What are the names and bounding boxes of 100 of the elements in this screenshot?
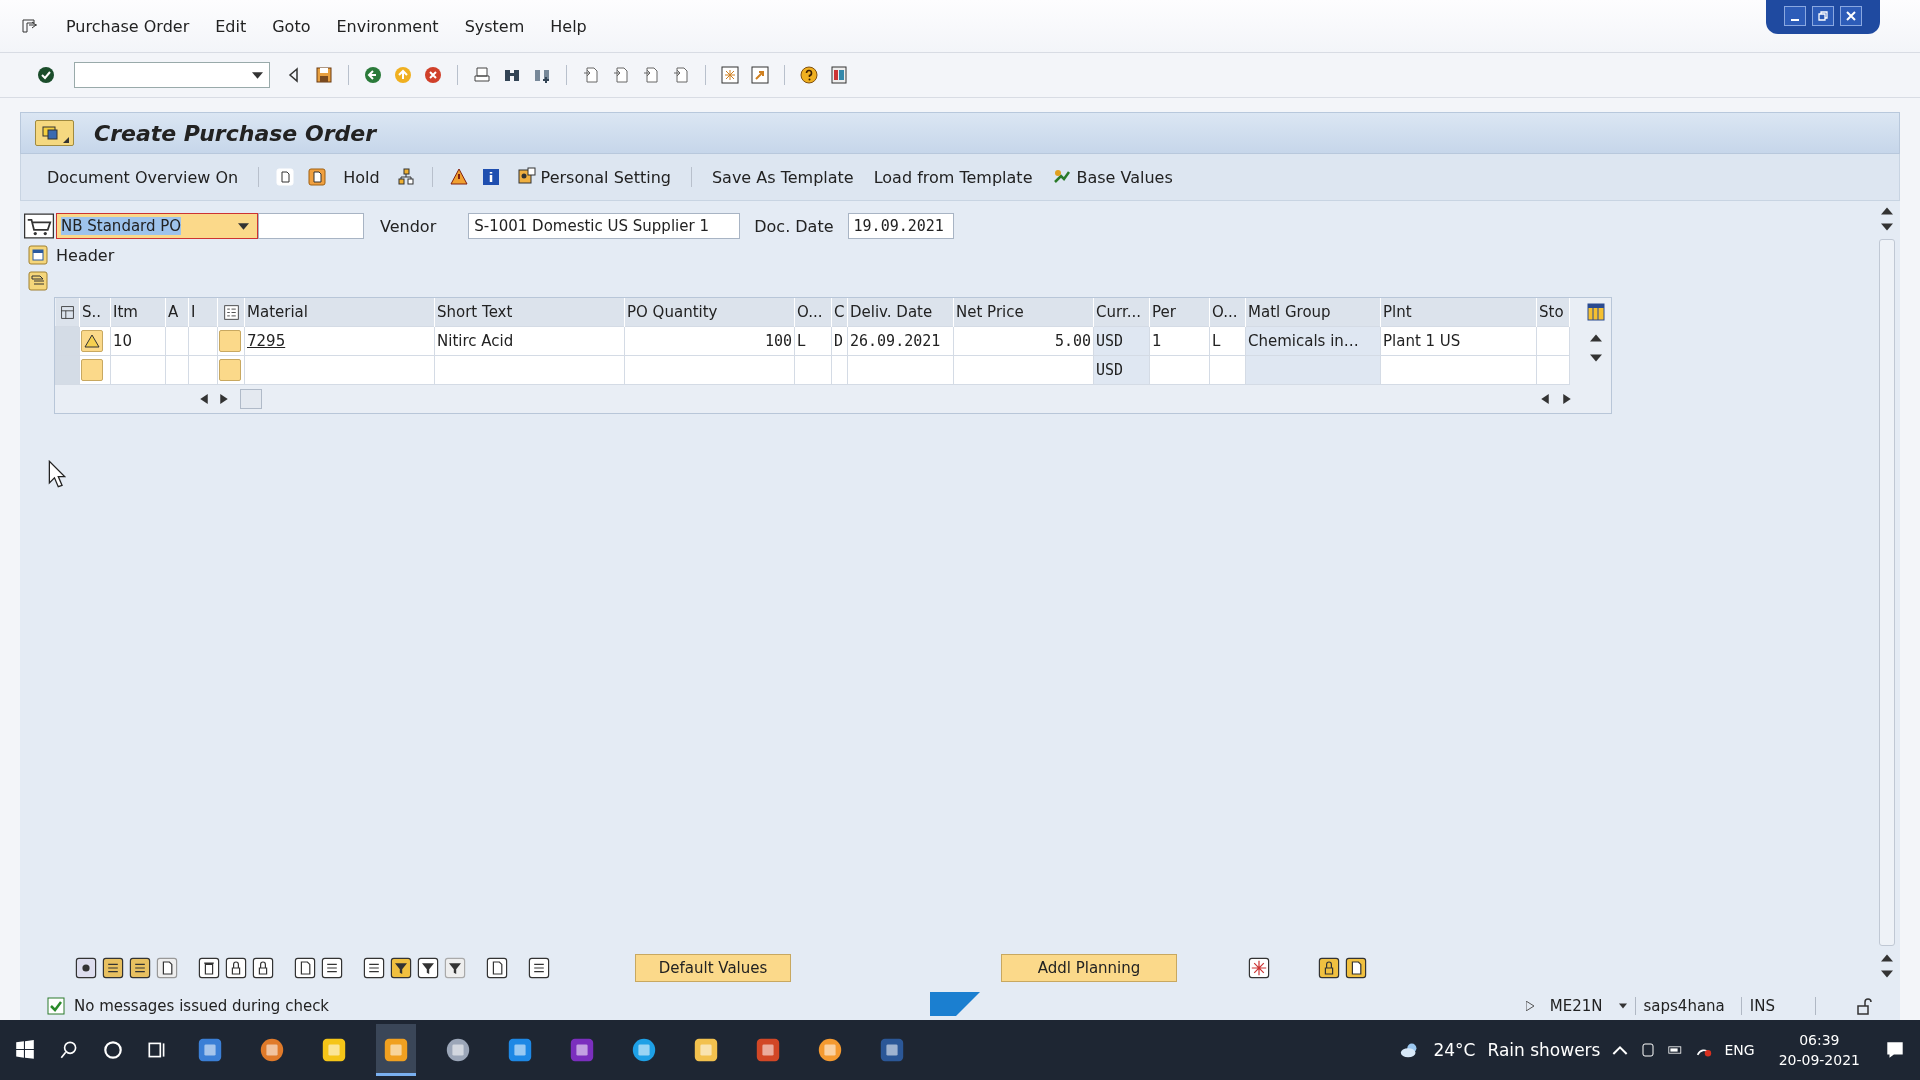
header-toggle-icon[interactable] [28, 245, 48, 265]
filter-icon[interactable] [389, 956, 413, 980]
scroll-thumb[interactable] [240, 389, 262, 409]
column-header[interactable]: S.. [79, 298, 111, 327]
personal-setting-button[interactable]: Personal Setting [512, 165, 675, 189]
toolbar-button[interactable]: Hold [339, 165, 384, 189]
cart-icon[interactable] [24, 213, 54, 239]
list-icon[interactable] [101, 956, 125, 980]
unlock-icon[interactable] [1854, 996, 1874, 1016]
dropdown-icon[interactable] [1618, 1001, 1627, 1011]
column-header[interactable]: Itm [110, 298, 166, 327]
scroll-up-icon[interactable] [1881, 207, 1893, 215]
print-icon[interactable] [472, 65, 492, 85]
filter-icon[interactable] [416, 956, 440, 980]
page-icon[interactable] [581, 65, 601, 85]
document-type-dropdown[interactable]: NB Standard PO [56, 213, 258, 239]
addl-planning-button[interactable]: Addl Planning [1001, 954, 1177, 982]
menu-item[interactable]: Edit [215, 16, 247, 36]
transaction-code[interactable]: ME21N [1541, 997, 1611, 1015]
scroll-right-icon[interactable] [220, 394, 228, 404]
lock-icon[interactable] [224, 956, 248, 980]
menu-item[interactable]: System [464, 16, 525, 36]
menu-item[interactable]: Environment [336, 16, 439, 36]
status-box[interactable] [81, 330, 103, 352]
clock[interactable]: 06:39 20-09-2021 [1778, 1030, 1860, 1070]
column-header[interactable]: I [188, 298, 218, 327]
column-config-icon[interactable] [1586, 302, 1606, 322]
help-icon[interactable] [799, 65, 819, 85]
menu-item[interactable]: Help [550, 16, 587, 36]
language-indicator[interactable]: ENG [1724, 1042, 1755, 1058]
enter-icon[interactable] [36, 65, 56, 85]
column-header[interactable]: Deliv. Date [847, 298, 954, 327]
column-header[interactable]: A [165, 298, 189, 327]
table-settings-icon[interactable] [58, 303, 76, 321]
document-number-field[interactable] [258, 213, 364, 239]
column-header[interactable]: Material [244, 298, 435, 327]
scrollbar[interactable] [1879, 239, 1895, 946]
weather-text[interactable]: Rain showers [1487, 1040, 1601, 1060]
scroll-up-icon[interactable] [1881, 954, 1893, 962]
minimize-button[interactable] [1784, 6, 1806, 26]
scroll-right-icon[interactable] [1563, 394, 1571, 404]
doc-date-field[interactable]: 19.09.2021 [847, 213, 954, 239]
input-mode[interactable]: INS [1740, 997, 1816, 1015]
column-header[interactable]: PO Quantity [624, 298, 795, 327]
items-toggle-icon[interactable] [28, 271, 48, 291]
copy-icon[interactable] [293, 956, 317, 980]
menu-item[interactable]: Goto [272, 16, 311, 36]
column-header[interactable]: O... [1209, 298, 1246, 327]
default-values-button[interactable]: Default Values [635, 954, 791, 982]
column-header[interactable]: Short Text [434, 298, 625, 327]
document-icon[interactable] [527, 956, 551, 980]
hierarchy-icon[interactable] [395, 167, 416, 187]
toolbar-button[interactable]: Load from Template [869, 165, 1037, 189]
menu-button[interactable] [35, 120, 74, 146]
scroll-down-icon[interactable] [1590, 354, 1602, 362]
menu-icon[interactable] [20, 16, 40, 36]
column-header[interactable]: Net Price [953, 298, 1094, 327]
layout-icon[interactable] [829, 65, 849, 85]
info-icon[interactable] [480, 167, 501, 187]
temperature[interactable]: 24°C [1433, 1040, 1476, 1060]
column-icon[interactable] [222, 303, 240, 321]
base-values-button[interactable]: Base Values [1048, 165, 1177, 189]
new-session-icon[interactable] [720, 65, 740, 85]
device-icon[interactable] [1640, 1042, 1657, 1058]
page-icon[interactable] [611, 65, 631, 85]
command-field[interactable] [74, 62, 270, 88]
list-icon[interactable] [128, 956, 152, 980]
restore-button[interactable] [1812, 6, 1834, 26]
shortcut-icon[interactable] [750, 65, 770, 85]
scroll-down-icon[interactable] [1881, 223, 1893, 231]
page-icon[interactable] [641, 65, 661, 85]
scroll-left-icon[interactable] [1541, 394, 1549, 404]
column-header[interactable]: Matl Group [1245, 298, 1381, 327]
page-icon[interactable] [155, 956, 179, 980]
scroll-up-icon[interactable] [1590, 334, 1602, 342]
menu-item[interactable]: Purchase Order [66, 16, 190, 36]
page-icon[interactable] [671, 65, 691, 85]
column-header[interactable]: Sto [1536, 298, 1570, 327]
cancel-icon[interactable] [423, 65, 443, 85]
delete-icon[interactable] [197, 956, 221, 980]
taskbar-app-icon[interactable] [376, 1024, 416, 1076]
toolbar-button[interactable]: Save As Template [707, 165, 858, 189]
play-icon[interactable] [1525, 1001, 1534, 1011]
vendor-field[interactable]: S-1001 Domestic US Supplier 1 [468, 213, 741, 239]
column-header[interactable]: O... [794, 298, 832, 327]
cortana-icon[interactable] [102, 1039, 124, 1061]
close-button[interactable] [1840, 6, 1862, 26]
column-header[interactable]: Curr... [1093, 298, 1150, 327]
toolbar-button[interactable]: Document Overview On [43, 165, 243, 189]
column-header[interactable]: Per [1149, 298, 1210, 327]
scroll-left-icon[interactable] [200, 394, 208, 404]
lock-icon[interactable] [251, 956, 275, 980]
warning-icon[interactable] [448, 167, 469, 187]
material-link[interactable]: 7295 [247, 332, 286, 350]
column-header[interactable]: Plnt [1380, 298, 1537, 327]
start-icon[interactable] [14, 1039, 36, 1061]
filter-icon[interactable] [443, 956, 467, 980]
scroll-down-icon[interactable] [1881, 970, 1893, 978]
new-document-icon[interactable] [275, 167, 296, 187]
save-icon[interactable] [314, 65, 334, 85]
